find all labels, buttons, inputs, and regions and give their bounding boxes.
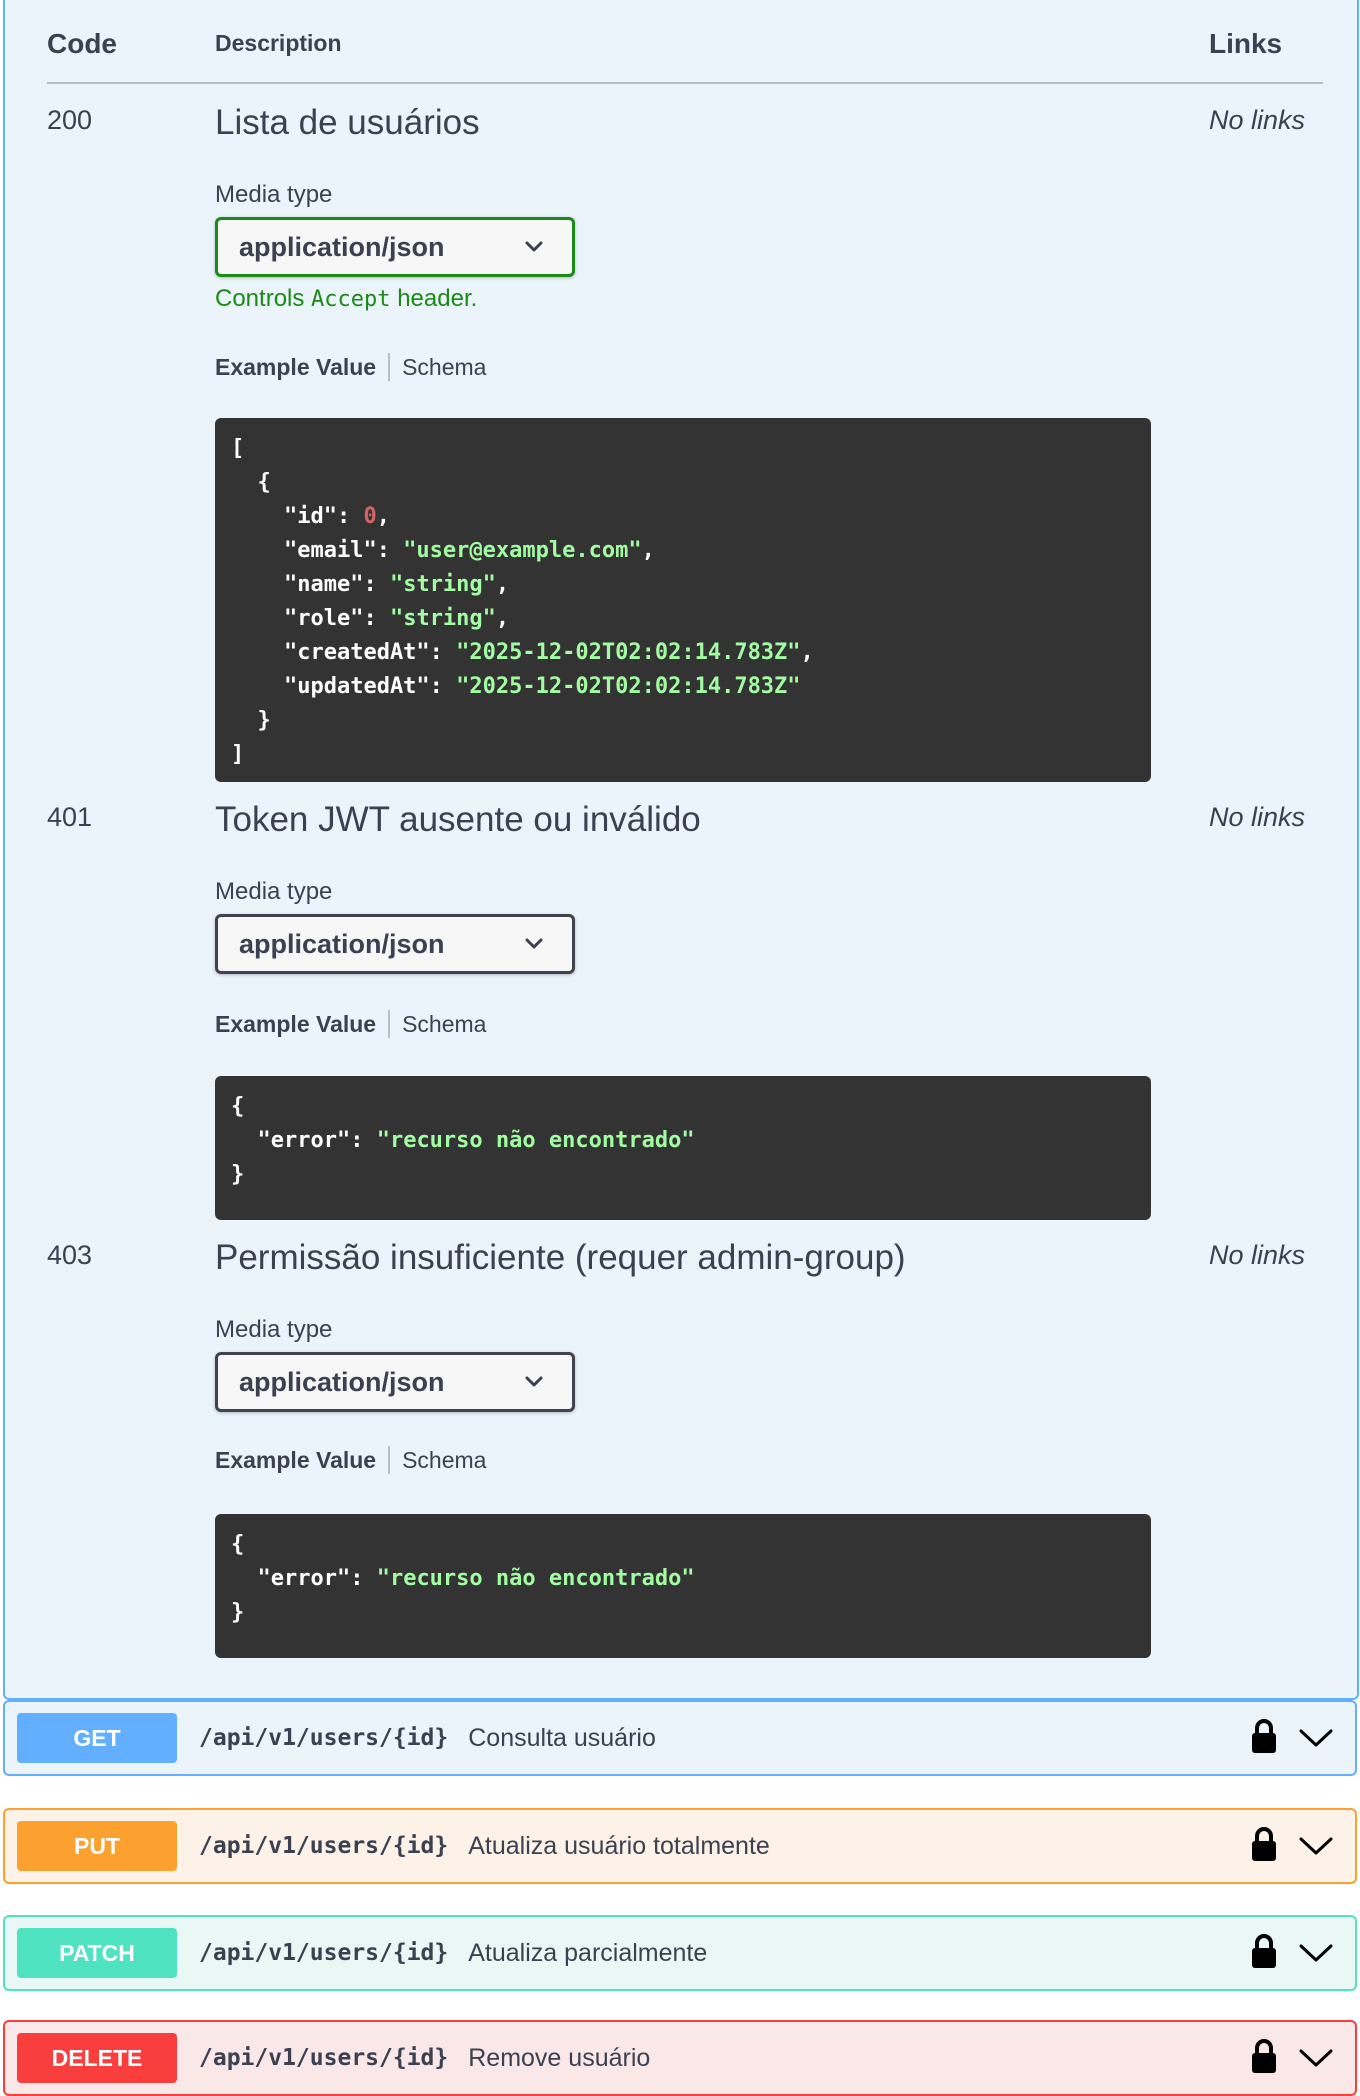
response-description: Lista de usuários — [215, 103, 480, 142]
controls-accept-note: Controls Accept header. — [215, 285, 478, 312]
code-line: ] — [231, 742, 245, 767]
example-tabs: Example Value Schema — [215, 1010, 486, 1038]
operation-put-user[interactable]: PUT /api/v1/users/{id} Atualiza usuário … — [3, 1808, 1357, 1884]
operation-summary: Atualiza usuário totalmente — [468, 1831, 770, 1860]
code-line: "error": "recurso não encontrado" — [231, 1128, 695, 1153]
code-string-value: "user@example.com" — [403, 538, 642, 563]
method-badge-delete: DELETE — [17, 2033, 177, 2083]
code-line: "createdAt": "2025-12-02T02:02:14.783Z", — [231, 640, 814, 665]
chevron-down-icon — [525, 1376, 543, 1387]
code-line: "error": "recurso não encontrado" — [231, 1566, 695, 1591]
code-string-value: "string" — [389, 572, 496, 597]
column-header-description: Description — [215, 30, 342, 56]
tab-schema[interactable]: Schema — [402, 354, 486, 381]
code-line: { — [231, 1094, 245, 1119]
operation-get-user[interactable]: GET /api/v1/users/{id} Consulta usuário — [3, 1700, 1357, 1776]
code-line: [ — [231, 436, 245, 461]
lock-icon[interactable] — [1249, 2038, 1279, 2074]
tab-divider — [388, 1010, 391, 1038]
media-type-value: application/json — [239, 1366, 445, 1397]
tab-example-value[interactable]: Example Value — [215, 354, 376, 381]
operation-path: /api/v1/users/{id} — [199, 1833, 449, 1859]
example-code-block: { "error": "recurso não encontrado"} — [215, 1514, 1151, 1658]
tab-example-value[interactable]: Example Value — [215, 1447, 376, 1474]
response-links: No links — [1209, 802, 1306, 832]
lock-icon[interactable] — [1249, 1718, 1279, 1754]
code-string-value: "2025-12-02T02:02:14.783Z" — [456, 674, 801, 699]
tab-divider — [388, 353, 391, 381]
chevron-down-icon[interactable] — [1299, 1943, 1333, 1963]
method-badge-get: GET — [17, 1713, 177, 1763]
example-tabs: Example Value Schema — [215, 1446, 486, 1474]
code-line: { — [231, 470, 271, 495]
accept-header-code: Accept — [311, 287, 391, 312]
media-type-label: Media type — [215, 181, 333, 208]
responses-panel: Code Description Links 200 Lista de usuá… — [3, 0, 1359, 1700]
code-number-value: 0 — [363, 504, 377, 529]
code-line: "role": "string", — [231, 606, 510, 631]
response-code: 403 — [47, 1240, 93, 1270]
column-header-links: Links — [1209, 28, 1283, 59]
operation-path: /api/v1/users/{id} — [199, 1725, 449, 1751]
response-description: Permissão insuficiente (requer admin-gro… — [215, 1238, 906, 1277]
operation-summary: Atualiza parcialmente — [468, 1938, 708, 1967]
code-line: } — [231, 1162, 245, 1187]
media-type-label: Media type — [215, 878, 333, 905]
media-type-select[interactable]: application/json — [215, 1352, 575, 1412]
method-badge-patch: PATCH — [17, 1928, 177, 1978]
code-string-value: "string" — [389, 606, 496, 631]
code-line: "email": "user@example.com", — [231, 538, 655, 563]
code-line: } — [231, 1600, 245, 1625]
column-header-code: Code — [47, 28, 117, 59]
media-type-label: Media type — [215, 1316, 333, 1343]
media-type-value: application/json — [239, 928, 445, 959]
operation-path: /api/v1/users/{id} — [199, 2045, 449, 2071]
chevron-down-icon — [525, 938, 543, 949]
operation-patch-user[interactable]: PATCH /api/v1/users/{id} Atualiza parcia… — [3, 1915, 1357, 1991]
response-links: No links — [1209, 1240, 1306, 1270]
example-code-block: { "error": "recurso não encontrado"} — [215, 1076, 1151, 1220]
media-type-value: application/json — [239, 231, 445, 262]
method-badge-put: PUT — [17, 1821, 177, 1871]
code-string-value: "recurso não encontrado" — [376, 1128, 695, 1153]
example-code-block: [ { "id": 0, "email": "user@example.com"… — [215, 418, 1151, 782]
response-code: 401 — [47, 802, 93, 832]
chevron-down-icon[interactable] — [1299, 1836, 1333, 1856]
code-line: "name": "string", — [231, 572, 510, 597]
chevron-down-icon[interactable] — [1299, 1728, 1333, 1748]
code-string-value: "2025-12-02T02:02:14.783Z" — [456, 640, 801, 665]
tab-example-value[interactable]: Example Value — [215, 1011, 376, 1038]
response-description: Token JWT ausente ou inválido — [215, 800, 701, 839]
response-code: 200 — [47, 105, 93, 135]
response-links: No links — [1209, 105, 1306, 135]
lock-icon[interactable] — [1249, 1826, 1279, 1862]
tab-schema[interactable]: Schema — [402, 1011, 486, 1038]
example-tabs: Example Value Schema — [215, 353, 486, 381]
operation-summary: Remove usuário — [468, 2043, 651, 2072]
code-line: "id": 0, — [231, 504, 390, 529]
operation-summary: Consulta usuário — [468, 1723, 656, 1752]
operation-delete-user[interactable]: DELETE /api/v1/users/{id} Remove usuário — [3, 2020, 1357, 2096]
lock-icon[interactable] — [1249, 1933, 1279, 1969]
media-type-select[interactable]: application/json — [215, 217, 575, 277]
code-string-value: "recurso não encontrado" — [376, 1566, 695, 1591]
chevron-down-icon[interactable] — [1299, 2048, 1333, 2068]
media-type-select[interactable]: application/json — [215, 914, 575, 974]
code-line: "updatedAt": "2025-12-02T02:02:14.783Z" — [231, 674, 801, 699]
chevron-down-icon — [525, 241, 543, 252]
code-line: { — [231, 1532, 245, 1557]
code-line: } — [231, 708, 271, 733]
tab-divider — [388, 1446, 391, 1474]
tab-schema[interactable]: Schema — [402, 1447, 486, 1474]
operation-path: /api/v1/users/{id} — [199, 1940, 449, 1966]
header-divider — [47, 82, 1323, 84]
